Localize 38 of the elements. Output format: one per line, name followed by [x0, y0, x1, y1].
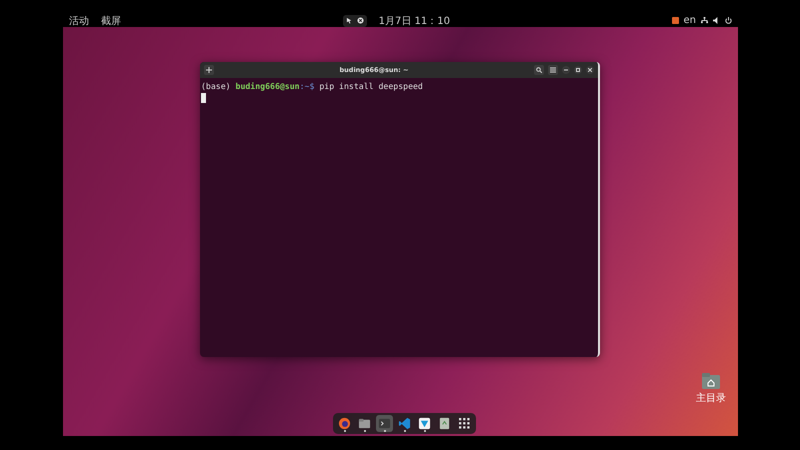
close-icon — [356, 17, 364, 24]
close-icon — [588, 68, 592, 72]
desktop-icon-label: 主目录 — [696, 392, 726, 405]
minimize-icon — [564, 68, 568, 72]
minimize-button[interactable] — [562, 66, 570, 74]
menu-button[interactable] — [548, 65, 558, 75]
prompt-env: (base) — [201, 81, 231, 91]
terminal-icon — [378, 417, 391, 430]
maximize-button[interactable] — [574, 66, 582, 74]
search-icon — [536, 67, 542, 73]
search-button[interactable] — [534, 65, 544, 75]
menu-icon — [550, 67, 556, 73]
folder-icon — [358, 417, 371, 430]
speaker-icon — [713, 17, 720, 24]
pointer-icon — [346, 17, 353, 24]
new-tab-button[interactable] — [204, 65, 214, 75]
input-method-indicator[interactable]: en — [684, 15, 696, 26]
globe-icon — [338, 417, 351, 430]
app-icon — [418, 417, 431, 430]
close-button[interactable] — [586, 66, 594, 74]
prompt-user: buding666@sun — [236, 81, 300, 91]
notification-icon — [672, 17, 679, 24]
code-editor-icon — [398, 417, 411, 430]
text-cursor — [201, 93, 206, 103]
dock-item[interactable] — [416, 415, 433, 432]
maximize-icon — [576, 68, 580, 72]
screen-share-indicator[interactable] — [342, 14, 367, 26]
prompt-path: :~$ — [300, 81, 314, 91]
activities-button[interactable]: 活动 — [69, 14, 89, 28]
command-text: pip install deepspeed — [319, 81, 423, 91]
app-grid-icon — [459, 418, 470, 429]
app-menu-button[interactable]: 截屏 — [101, 14, 121, 28]
network-icon — [701, 17, 708, 24]
clock[interactable]: 1月7日 11：10 — [378, 14, 450, 28]
home-folder-icon — [702, 373, 720, 389]
dock-item[interactable] — [376, 415, 393, 432]
plus-icon — [206, 67, 212, 73]
power-icon — [725, 17, 732, 24]
